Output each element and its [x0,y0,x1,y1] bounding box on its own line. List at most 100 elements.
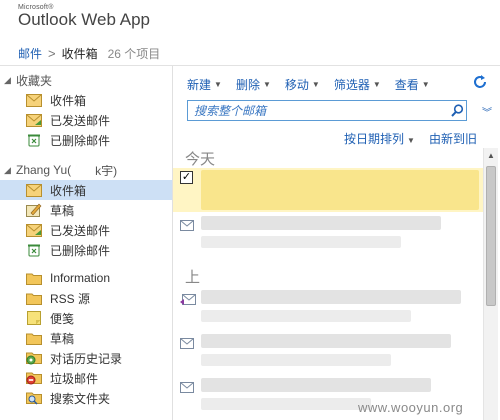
breadcrumb-separator: > [48,46,56,61]
item-count: 26 个项目 [107,47,161,61]
filter-label: 筛选器 [333,78,370,92]
folder-information-label: Information [50,271,111,285]
folder-notes-label: 便笺 [50,311,75,326]
folder-rss[interactable]: RSS 源 [0,288,172,308]
folder-icon [26,291,42,305]
mailbox-inbox[interactable]: 收件箱 [0,180,172,200]
redacted-content [201,236,401,248]
new-button[interactable]: 新建 ▼ [187,76,222,93]
breadcrumb-mail-link[interactable]: 邮件 [18,45,42,62]
folder-icon [26,271,42,285]
redacted-content [201,290,461,304]
sent-icon [26,223,42,237]
favorites-sent[interactable]: 已发送邮件 [0,110,172,130]
mail-toolbar: 新建 ▼ 删除 ▼ 移动 ▼ 筛选器 ▼ 查看 ▼ [187,76,430,93]
view-label: 查看 [394,78,419,92]
favorites-inbox-label: 收件箱 [50,93,87,108]
folder-rss-label: RSS 源 [50,291,91,306]
folder-information[interactable]: Information [0,268,172,288]
chevron-down-icon: ▼ [421,80,430,89]
favorites-deleted[interactable]: 已删除邮件 [0,130,172,150]
mailbox-deleted-label: 已删除邮件 [50,243,111,258]
folder-drafts2[interactable]: 草稿 [0,328,172,348]
message-row[interactable] [173,212,483,256]
message-row[interactable] [173,286,483,330]
chevron-down-icon: ▼ [372,80,381,89]
envelope-icon [180,382,196,394]
scrollbar-thumb[interactable] [486,166,496,306]
chevron-down-icon: ▼ [407,136,415,145]
conversation-icon [26,351,42,365]
inbox-icon [26,183,42,197]
brand-name: Outlook Web App [18,10,150,29]
move-button[interactable]: 移动 ▼ [285,76,320,93]
search-folder-icon [26,391,42,405]
mailbox-header[interactable]: ◢ Zhang Yu( k宇) [0,160,172,180]
redacted-content [201,334,451,348]
envelope-icon [180,220,196,232]
view-button[interactable]: 查看 ▼ [395,76,430,93]
favorites-inbox[interactable]: 收件箱 [0,90,172,110]
mailbox-sent-label: 已发送邮件 [50,223,111,238]
watermark: www.wooyun.org [358,400,464,415]
sort-by-label: 按日期排列 [344,132,405,146]
search-box[interactable]: 搜索整个邮箱 [187,100,467,121]
favorites-sent-label: 已发送邮件 [50,113,111,128]
envelope-icon [180,338,196,350]
redacted-content [201,398,371,410]
folder-icon [26,331,42,345]
collapse-triangle-icon: ◢ [4,164,11,175]
row-checkbox[interactable]: ✓ [180,171,193,184]
folder-pane: ◢ 收藏夹 收件箱 已发送邮件 已删除邮件 ◢ Zhang Yu( k宇) 收件… [0,70,172,408]
mailbox-sent[interactable]: 已发送邮件 [0,220,172,240]
chevron-down-icon: ▼ [214,80,222,89]
redacted-content [201,310,411,322]
refresh-icon[interactable] [472,74,488,90]
sort-order-button[interactable]: 由新到旧 [429,130,477,147]
folder-search-folders-label: 搜索文件夹 [50,391,111,406]
delete-label: 删除 [235,78,260,92]
favorites-deleted-label: 已删除邮件 [50,133,111,148]
message-row-selected[interactable]: ✓ [173,168,483,212]
collapse-triangle-icon: ◢ [4,74,11,85]
message-row[interactable] [173,330,483,374]
move-label: 移动 [284,78,309,92]
expand-search-icon[interactable]: ︾ [482,104,492,119]
delete-button[interactable]: 删除 ▼ [236,76,271,93]
favorites-header[interactable]: ◢ 收藏夹 [0,70,172,90]
chevron-down-icon: ▼ [262,80,271,89]
sort-by-button[interactable]: 按日期排列 ▼ [344,130,415,147]
redacted-content [201,170,479,210]
sent-icon [26,113,42,127]
mailbox-drafts[interactable]: 草稿 [0,200,172,220]
favorites-title: 收藏夹 [16,73,53,88]
junk-icon [26,371,42,385]
deleted-icon [26,243,42,257]
search-icon[interactable] [448,102,466,120]
filter-button[interactable]: 筛选器 ▼ [334,76,381,93]
scroll-up-arrow-icon[interactable]: ▲ [484,148,498,163]
mailbox-owner-suffix: k宇) [95,163,118,178]
inbox-icon [26,93,42,107]
reply-envelope-icon [180,294,196,306]
chevron-down-icon: ▼ [311,80,320,89]
deleted-icon [26,133,42,147]
group-today: 今天 [185,151,216,168]
folder-conversation-history[interactable]: 对话历史记录 [0,348,172,368]
folder-search-folders[interactable]: 搜索文件夹 [0,388,172,408]
app-logo: Microsoft® Outlook Web App [18,4,150,30]
drafts-icon [26,203,42,217]
redacted-content [201,354,391,366]
mailbox-inbox-label: 收件箱 [50,183,87,198]
search-input[interactable]: 搜索整个邮箱 [194,102,448,119]
notes-icon [26,311,42,325]
folder-junk[interactable]: 垃圾邮件 [0,368,172,388]
mailbox-deleted[interactable]: 已删除邮件 [0,240,172,260]
breadcrumb-current-folder: 收件箱 [61,47,98,61]
message-list-scrollbar[interactable]: ▲ [483,148,498,420]
mailbox-owner: Zhang Yu( [16,163,72,177]
message-list: ✓ [173,168,483,420]
folder-notes[interactable]: 便笺 [0,308,172,328]
